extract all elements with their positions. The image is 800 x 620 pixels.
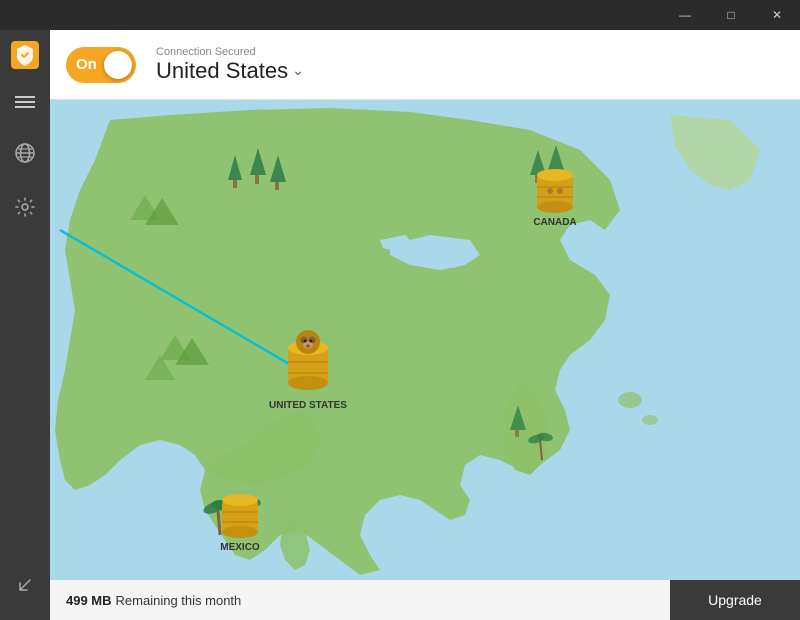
vpn-toggle[interactable]: On: [66, 47, 136, 83]
us-label: UNITED STATES: [269, 400, 347, 411]
map-area: CANADA UNITED STATES: [50, 100, 800, 580]
collapse-icon-button[interactable]: [0, 560, 50, 610]
canada-label: CANADA: [533, 217, 576, 228]
settings-icon-button[interactable]: [0, 182, 50, 232]
upgrade-button[interactable]: Upgrade: [670, 580, 800, 620]
app-logo: [0, 30, 50, 80]
bottom-bar: 499 MB Remaining this month Upgrade: [50, 580, 800, 620]
header-bar: On Connection Secured United States ⌄: [50, 30, 800, 100]
remaining-text: Remaining this month: [116, 593, 242, 608]
maximize-button[interactable]: □: [708, 0, 754, 30]
remaining-amount: 499 MB: [66, 593, 112, 608]
title-bar-controls: — □ ✕: [662, 0, 800, 30]
connection-info: Connection Secured United States ⌄: [156, 46, 304, 84]
mexico-label: MEXICO: [220, 542, 260, 553]
mexico-server: [222, 494, 258, 538]
globe-icon-button[interactable]: [0, 128, 50, 178]
connection-status: Connection Secured: [156, 46, 304, 58]
canada-server: [537, 169, 573, 213]
location-chevron-icon: ⌄: [292, 62, 304, 79]
title-bar: — □ ✕: [0, 0, 800, 30]
location-selector[interactable]: United States ⌄: [156, 58, 304, 84]
toggle-knob: [104, 51, 132, 79]
vpn-toggle-container: On: [66, 47, 136, 83]
close-button[interactable]: ✕: [754, 0, 800, 30]
location-name: United States: [156, 58, 288, 84]
toggle-label: On: [76, 56, 97, 73]
minimize-button[interactable]: —: [662, 0, 708, 30]
sidebar: [0, 30, 50, 620]
menu-button[interactable]: [0, 80, 50, 124]
remaining-info: 499 MB Remaining this month: [50, 580, 670, 620]
